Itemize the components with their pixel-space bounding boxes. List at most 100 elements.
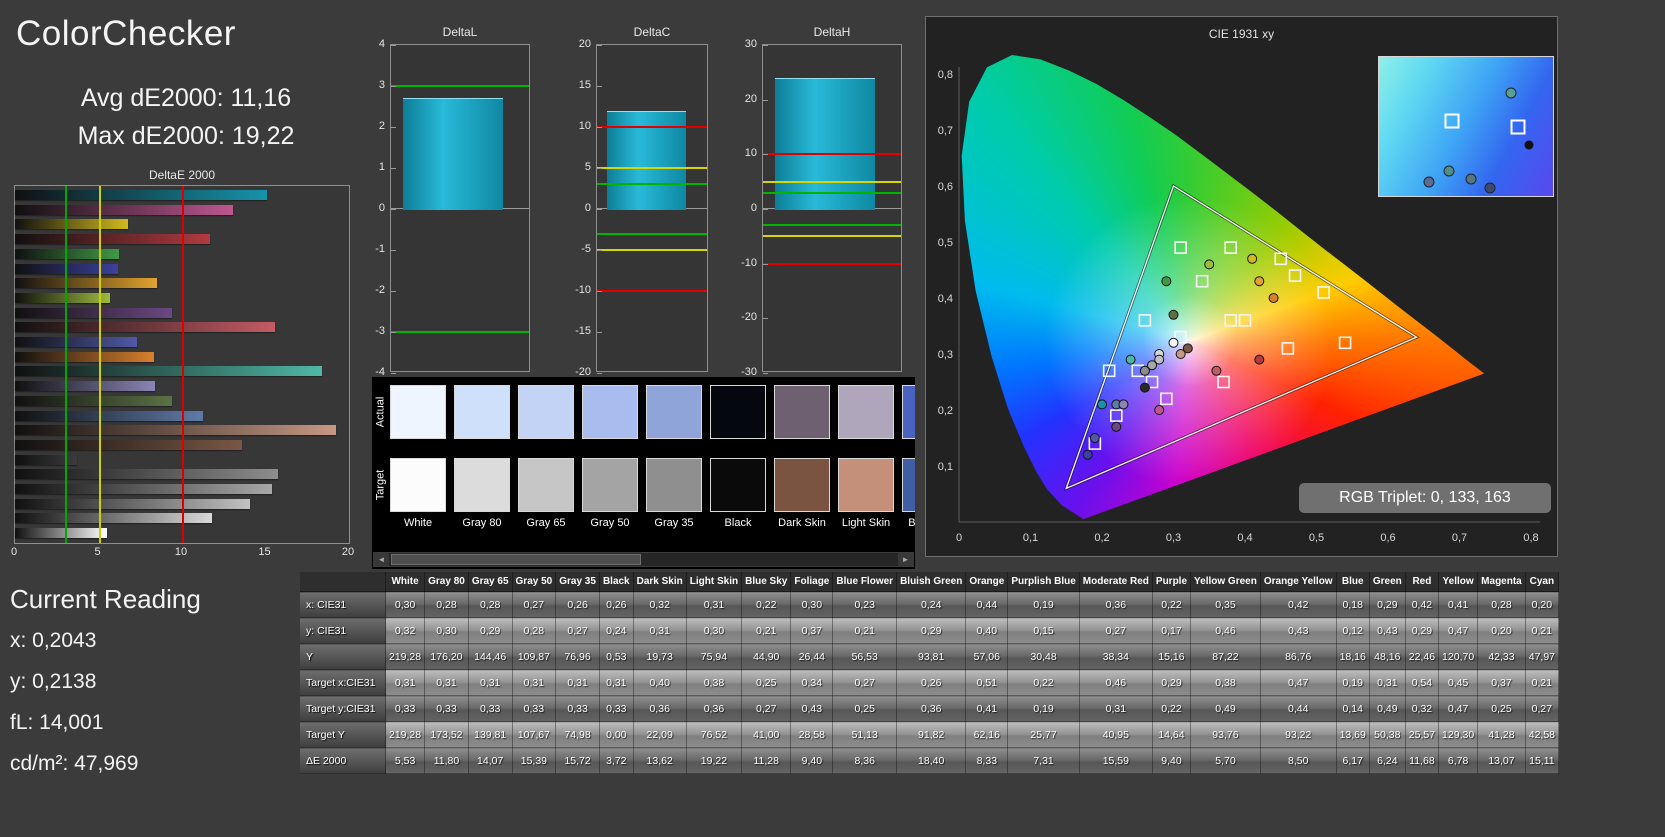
x-tick-label: 20 xyxy=(341,546,355,558)
deltae-bar-gray-50 xyxy=(15,484,272,494)
actual-swatch-white[interactable] xyxy=(390,385,446,439)
actual-swatch-light-skin[interactable] xyxy=(838,385,894,439)
actual-swatch-gray-50[interactable] xyxy=(582,385,638,439)
table-cell: 86,76 xyxy=(1260,643,1337,670)
scroll-right-button[interactable]: ► xyxy=(898,553,913,566)
table-cell: 0,27 xyxy=(512,591,557,618)
table-cell: 9,40 xyxy=(1152,747,1192,774)
y-tick-label: 0,3 xyxy=(938,349,953,361)
target-swatch-white[interactable] xyxy=(390,458,446,512)
delta-c-tick-mark xyxy=(597,332,602,333)
actual-swatch-dark-skin[interactable] xyxy=(774,385,830,439)
deltae2000-chart: DeltaE 2000 0 5 10 15 20 xyxy=(11,168,354,562)
table-cell: 0,38 xyxy=(686,669,743,696)
target-swatch-gray-80[interactable] xyxy=(454,458,510,512)
delta-l-tick-mark xyxy=(391,127,396,128)
y-tick-label: 0,4 xyxy=(938,293,953,305)
table-cell: 0,27 xyxy=(1525,695,1560,722)
target-row-label: Target xyxy=(374,469,387,501)
delta-c-y-tick: 0 xyxy=(584,202,591,214)
current-reading-fl: fL: 14,001 xyxy=(10,711,104,734)
y-tick-label: 0,7 xyxy=(938,125,953,137)
table-cell: 173,52 xyxy=(424,721,469,748)
delta-c-limit--10 xyxy=(597,290,707,292)
swatch-column-label: Gray 50 xyxy=(590,517,630,529)
table-cell: 5,70 xyxy=(1190,747,1261,774)
table-cell: 0,24 xyxy=(599,617,634,644)
deltae-bar-yellow xyxy=(15,219,129,230)
table-cell: 15,16 xyxy=(1152,643,1192,670)
table-cell: 0,49 xyxy=(1190,695,1261,722)
table-row: Y 219,28 176,20 144,46 109,87 76,96 0,53 19,73 7… xyxy=(300,643,1560,670)
table-cell: 14,07 xyxy=(468,747,513,774)
table-cell: 0,30 xyxy=(424,617,469,644)
delta-c-tick-mark xyxy=(597,45,602,46)
table-cell: 0,36 xyxy=(1079,591,1153,618)
delta-l-y-tick: -2 xyxy=(375,284,385,296)
table-cell: 9,40 xyxy=(790,747,834,774)
actual-swatch-blue-sky[interactable] xyxy=(902,385,915,439)
target-swatch-black[interactable] xyxy=(710,458,766,512)
actual-swatch-gray-80[interactable] xyxy=(454,385,510,439)
table-cell: 6,24 xyxy=(1369,747,1406,774)
target-swatch-gray-50[interactable] xyxy=(582,458,638,512)
measurement-table: White Gray 80 Gray 65 Gray 50 Gray 35 Black Da… xyxy=(300,572,1560,774)
x-tick-label: 0 xyxy=(956,532,962,544)
inset-black-point xyxy=(1524,140,1534,150)
target-swatch-light-skin[interactable] xyxy=(838,458,894,512)
delta-l-y-tick: 4 xyxy=(378,38,385,50)
current-reading-y: y: 0,2138 xyxy=(10,670,97,693)
y-tick-label: 0,2 xyxy=(938,405,953,417)
table-cell: 93,22 xyxy=(1260,721,1337,748)
column-header-blue-flower: Blue Flower xyxy=(832,572,898,592)
target-swatch-dark-skin[interactable] xyxy=(774,458,830,512)
page-title: ColorChecker xyxy=(16,14,236,53)
table-cell: 0,28 xyxy=(424,591,469,618)
scrollbar-thumb[interactable] xyxy=(391,554,641,565)
x-tick-label: 0,8 xyxy=(1523,532,1538,544)
table-cell: 56,53 xyxy=(832,643,898,670)
table-cell: 0,31 xyxy=(633,617,687,644)
row-label: Target Y xyxy=(300,721,386,748)
swatch-h-scrollbar[interactable]: ◄ ► xyxy=(373,552,914,567)
table-cell: 0,35 xyxy=(1190,591,1261,618)
table-cell: 0,19 xyxy=(1336,669,1370,696)
table-cell: 25,77 xyxy=(1007,721,1080,748)
table-cell: 0,44 xyxy=(965,591,1009,618)
table-cell: 109,87 xyxy=(512,643,557,670)
table-cell: 0,45 xyxy=(1438,669,1479,696)
table-cell: 47,97 xyxy=(1525,643,1560,670)
scrollbar-track[interactable] xyxy=(389,553,898,566)
table-cell: 19,73 xyxy=(633,643,687,670)
table-cell: 0,29 xyxy=(468,617,513,644)
target-swatch-blue-sky[interactable] xyxy=(902,458,915,512)
actual-swatch-black[interactable] xyxy=(710,385,766,439)
delta-l-chart: DeltaL 4 3 2 1 0 -1 -2 -3 -4 xyxy=(375,25,530,378)
actual-swatch-gray-35[interactable] xyxy=(646,385,702,439)
inset-measured-point xyxy=(1484,182,1496,194)
table-cell: 0,31 xyxy=(512,669,557,696)
table-cell: 0,33 xyxy=(424,695,469,722)
delta-l-tick-mark xyxy=(391,86,396,87)
table-cell: 0,21 xyxy=(1525,617,1560,644)
table-cell: 93,76 xyxy=(1190,721,1261,748)
table-cell: 18,16 xyxy=(1336,643,1370,670)
table-cell: 0,33 xyxy=(555,695,600,722)
y-tick-label: 0,1 xyxy=(938,461,953,473)
delta-h-limit-5 xyxy=(763,180,901,183)
delta-c-chart: DeltaC 20 15 10 5 0 -5 -10 -15 -20 xyxy=(575,25,708,378)
target-swatch-gray-65[interactable] xyxy=(518,458,574,512)
scroll-left-button[interactable]: ◄ xyxy=(374,553,389,566)
delta-l-tick-mark xyxy=(391,373,396,374)
target-swatch-gray-35[interactable] xyxy=(646,458,702,512)
delta-h-tick-mark xyxy=(763,45,768,46)
column-header-black: Black xyxy=(599,572,634,592)
table-cell: 0,27 xyxy=(832,669,898,696)
deltae-bar-orange-yellow xyxy=(15,278,157,289)
column-header-gray-80: Gray 80 xyxy=(424,572,469,592)
cie-title: CIE 1931 xy xyxy=(1208,27,1275,41)
actual-swatch-gray-65[interactable] xyxy=(518,385,574,439)
table-cell: 30,48 xyxy=(1007,643,1080,670)
table-row: ΔE 2000 5,53 11,80 14,07 15,39 15,72 3,72 13,62… xyxy=(300,747,1560,774)
table-cell: 0,40 xyxy=(965,617,1009,644)
